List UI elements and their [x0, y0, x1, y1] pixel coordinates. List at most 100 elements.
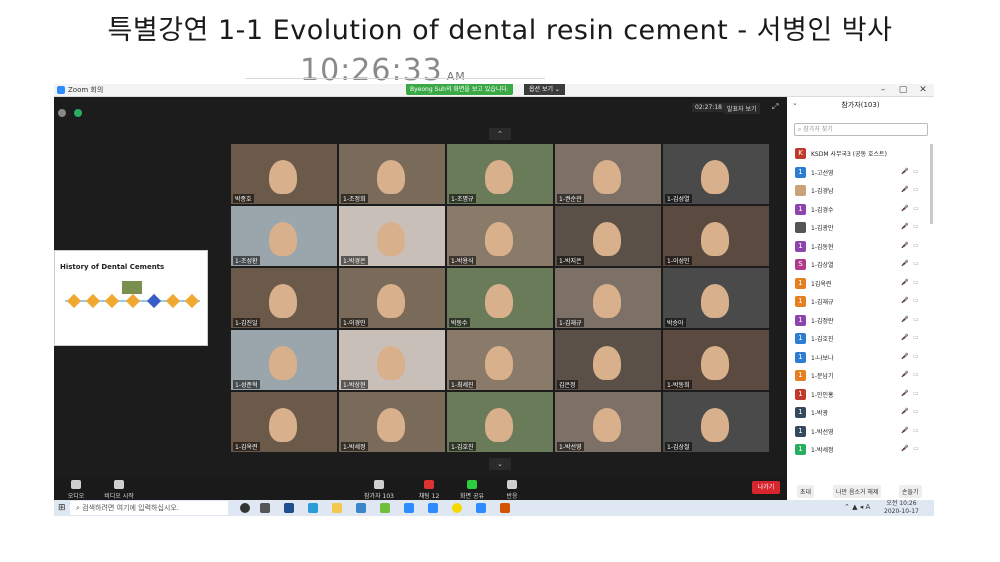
- info-icon[interactable]: [58, 109, 66, 117]
- video-tile[interactable]: 1-박경은: [339, 206, 445, 266]
- maximize-button[interactable]: ▢: [896, 84, 910, 96]
- video-tile[interactable]: 1-최세진: [447, 330, 553, 390]
- audio-button[interactable]: 오디오: [56, 480, 96, 500]
- video-tile[interactable]: 박종호: [231, 144, 337, 204]
- mail-icon[interactable]: [356, 503, 366, 513]
- participant-row[interactable]: 1 1-김경수 🎤̸ ▭: [793, 201, 927, 218]
- participant-search-input[interactable]: ⌕ 참가자 찾기: [794, 123, 928, 136]
- taskbar-search-input[interactable]: ⌕ 검색하려면 여기에 입력하십시오.: [70, 501, 228, 515]
- participant-row[interactable]: 1 1김옥련 🎤̸ ▭: [793, 275, 927, 292]
- video-camera-icon: [114, 480, 124, 489]
- participant-row[interactable]: 1 1-박세정 🎤̸ ▭: [793, 441, 927, 458]
- video-button[interactable]: 비디오 시작: [99, 480, 139, 500]
- reactions-button[interactable]: 반응: [492, 480, 532, 500]
- video-label: 비디오 시작: [104, 493, 134, 500]
- powerpoint-icon[interactable]: [500, 503, 510, 513]
- participant-search-placeholder: 참가자 찾기: [803, 126, 833, 133]
- photos-icon[interactable]: [428, 503, 438, 513]
- participant-row[interactable]: 1 1-민인홍 🎤̸ ▭: [793, 386, 927, 403]
- video-tile[interactable]: 1-권순관: [555, 144, 661, 204]
- gallery-prev-button[interactable]: ⌃: [489, 128, 511, 140]
- participant-name: 1-김경수: [811, 206, 834, 214]
- participant-row[interactable]: S 1-김상열 🎤̸ ▭: [793, 256, 927, 273]
- word-icon[interactable]: [404, 503, 414, 513]
- fullscreen-icon[interactable]: ⤢: [772, 102, 778, 112]
- shield-icon[interactable]: [74, 109, 83, 117]
- video-tile[interactable]: 1-성준혁: [231, 330, 337, 390]
- participant-row[interactable]: 1 1-김정란 🎤̸ ▭: [793, 312, 927, 329]
- video-tile[interactable]: 1-김재규: [555, 268, 661, 328]
- muted-mic-icon: 🎤̸: [901, 408, 909, 415]
- video-tile[interactable]: 1-박선영: [555, 392, 661, 452]
- video-tile[interactable]: 1-박용식: [447, 206, 553, 266]
- video-tile[interactable]: 1-조명규: [447, 144, 553, 204]
- participant-row[interactable]: 1 1-김호진 🎤̸ ▭: [793, 330, 927, 347]
- participant-row[interactable]: 1 1-김재규 🎤̸ ▭: [793, 293, 927, 310]
- video-tile[interactable]: 1-이성민: [663, 206, 769, 266]
- participant-video: [485, 160, 513, 194]
- raise-hand-button[interactable]: 손들기: [899, 485, 922, 498]
- participant-row[interactable]: 1 1-박선영 🎤̸ ▭: [793, 423, 927, 440]
- participant-row[interactable]: K사 KSDM 사무국3 (공동 호스트): [793, 145, 927, 168]
- video-tile[interactable]: 1-조정희: [339, 144, 445, 204]
- chat-button[interactable]: 채팅 12: [409, 480, 449, 500]
- video-tile[interactable]: 1-이경민: [339, 268, 445, 328]
- video-tile[interactable]: 1-조성환: [231, 206, 337, 266]
- cortana-icon[interactable]: [240, 503, 250, 513]
- video-tile[interactable]: 1-김호진: [447, 392, 553, 452]
- video-tile[interactable]: 1-김진일: [231, 268, 337, 328]
- participant-video: [593, 408, 621, 442]
- video-tile[interactable]: 1-박상현: [339, 330, 445, 390]
- taskbar-search-placeholder: 검색하려면 여기에 입력하십시오.: [82, 504, 179, 512]
- video-tile[interactable]: 박동수: [447, 268, 553, 328]
- speaker-view-button[interactable]: 발표자 보기: [724, 103, 760, 114]
- kakaotalk-icon[interactable]: [452, 503, 462, 513]
- share-screen-button[interactable]: 화면 공유: [452, 480, 492, 500]
- edge-icon[interactable]: [308, 503, 318, 513]
- participant-row[interactable]: 1 1-나보나 🎤̸ ▭: [793, 349, 927, 366]
- system-tray[interactable]: ⌃ ▲ ◂ A: [844, 503, 870, 511]
- task-view-icon[interactable]: [260, 503, 270, 513]
- video-tile[interactable]: 김은정: [555, 330, 661, 390]
- chrome-icon[interactable]: [380, 503, 390, 513]
- participant-row[interactable]: 1 1-고선영 🎤̸ ▭: [793, 164, 927, 181]
- view-options-button[interactable]: 옵션 보기 ⌄: [524, 84, 565, 95]
- muted-mic-icon: 🎤̸: [901, 389, 909, 397]
- zoom-taskbar-icon[interactable]: [476, 503, 486, 513]
- timeline-marker: [184, 293, 200, 309]
- participant-row[interactable]: 1 1-박광 🎤̸ ▭: [793, 404, 927, 421]
- leave-button[interactable]: 나가기: [752, 481, 780, 494]
- panel-scrollbar[interactable]: [930, 144, 933, 224]
- shared-screen-thumbnail[interactable]: History of Dental Cements: [54, 250, 208, 346]
- file-explorer-icon[interactable]: [332, 503, 342, 513]
- input-language-indicator: A: [865, 503, 871, 511]
- video-tile[interactable]: 1-김성열: [663, 144, 769, 204]
- video-tile[interactable]: 1-박동희: [663, 330, 769, 390]
- participant-avatar: 1: [795, 425, 806, 437]
- close-button[interactable]: ✕: [916, 84, 930, 96]
- taskbar-clock[interactable]: 오전 10:26 2020-10-17: [884, 500, 919, 516]
- gallery-next-button[interactable]: ⌄: [489, 458, 511, 470]
- app-icon[interactable]: [284, 503, 294, 513]
- participant-row[interactable]: 1 1-김동현 🎤̸ ▭: [793, 238, 927, 255]
- participant-row[interactable]: 1 1-문남기 🎤̸ ▭: [793, 367, 927, 384]
- video-tile[interactable]: 1-김옥련: [231, 392, 337, 452]
- minimize-button[interactable]: –: [876, 84, 890, 96]
- video-tile[interactable]: 박승아: [663, 268, 769, 328]
- participant-row[interactable]: 1-김경남 🎤̸ ▭: [793, 182, 927, 199]
- unmute-me-button[interactable]: 나만 음소거 해제: [833, 485, 882, 498]
- participant-video: [593, 284, 621, 318]
- tile-name-label: 1-조명규: [449, 194, 476, 203]
- participants-button[interactable]: 참가자 103: [359, 480, 399, 500]
- windows-start-icon[interactable]: ⊞: [58, 503, 66, 513]
- camera-off-icon: ▭: [913, 260, 919, 267]
- video-tile[interactable]: 1-박세정: [339, 392, 445, 452]
- invite-button[interactable]: 초대: [797, 485, 815, 498]
- video-tile[interactable]: 1-김상철: [663, 392, 769, 452]
- participant-video: [701, 222, 729, 256]
- participant-row[interactable]: 1-김광만 🎤̸ ▭: [793, 219, 927, 236]
- participant-video: [701, 284, 729, 318]
- participant-avatar: 1: [795, 166, 806, 178]
- video-tile[interactable]: 1-박지은: [555, 206, 661, 266]
- meeting-timer: 02:27:18: [692, 103, 725, 112]
